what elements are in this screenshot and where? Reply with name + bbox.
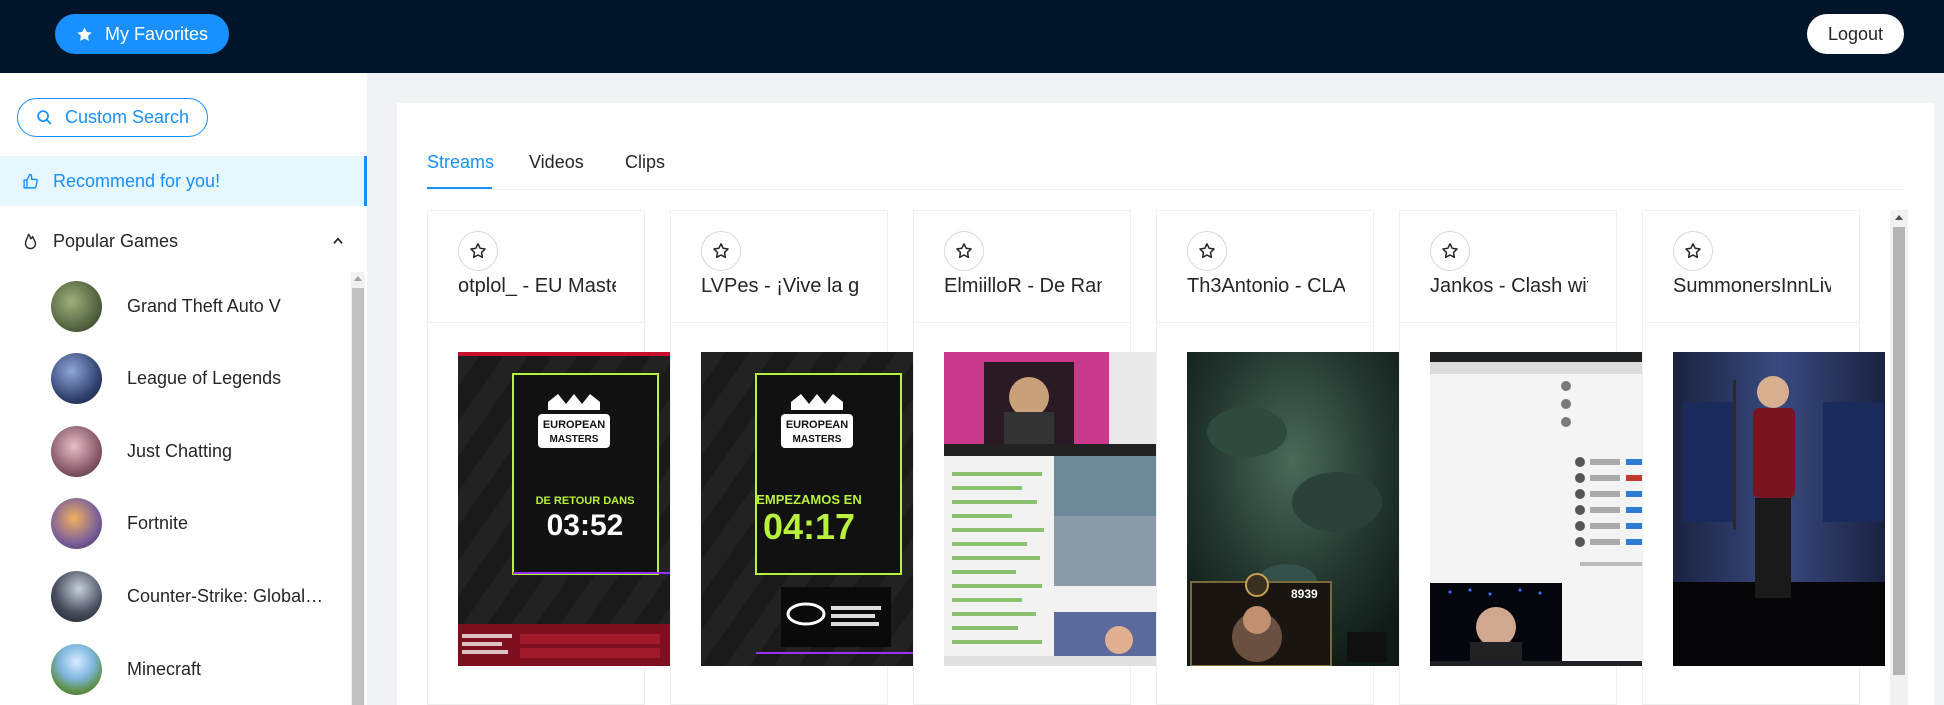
tab-clips[interactable]: Clips <box>625 152 665 173</box>
stream-thumbnail[interactable] <box>1673 352 1885 666</box>
thumbnail-image: EUROPEAN MASTERS EMPEZAMOS EN 04:17 <box>701 352 913 666</box>
stream-thumbnail[interactable] <box>944 352 1156 666</box>
game-label: Counter-Strike: Global Offensive <box>127 585 327 606</box>
game-avatar-counter-strike <box>51 570 102 622</box>
game-label: Fortnite <box>127 512 189 533</box>
stream-card[interactable]: LVPes - ¡Vive la gran final EUROPEAN MAS… <box>670 210 913 705</box>
thumbnail-image <box>944 352 1156 666</box>
svg-text:MASTERS: MASTERS <box>793 434 842 445</box>
tab-active-indicator <box>427 187 492 189</box>
thumbnail-image: EUROPEAN MASTERS DE RETOUR DANS 03:52 <box>458 352 670 666</box>
favorite-toggle-button[interactable] <box>701 231 741 271</box>
main-content: Streams Videos Clips otplol_ - EU Master… <box>397 103 1934 705</box>
svg-text:EUROPEAN: EUROPEAN <box>786 419 848 431</box>
chevron-up-icon[interactable] <box>331 234 345 248</box>
menu-item-recommend[interactable]: Recommend for you! <box>0 156 367 206</box>
content-scrollbar[interactable] <box>1890 210 1908 705</box>
my-favorites-label: My Favorites <box>105 23 209 44</box>
game-label: Just Chatting <box>127 440 233 461</box>
game-avatar-gta-v <box>51 280 102 332</box>
svg-text:MASTERS: MASTERS <box>550 434 599 445</box>
card-header: ElmiilloR - De Rango <box>914 211 1130 323</box>
thumb-caption: EMPEZAMOS EN <box>756 492 861 507</box>
tab-bar: Streams Videos Clips <box>427 103 1904 190</box>
favorite-toggle-button[interactable] <box>1430 231 1470 271</box>
flame-icon <box>24 233 37 249</box>
thumb-caption: DE RETOUR DANS <box>536 495 635 507</box>
thumb-timer: 03:52 <box>547 509 624 542</box>
game-item-just-chatting[interactable]: Just Chatting <box>0 415 352 487</box>
tab-videos[interactable]: Videos <box>529 152 584 173</box>
game-item-fortnite[interactable]: Fortnite <box>0 487 352 559</box>
game-avatar-league-of-legends <box>51 352 102 404</box>
stream-thumbnail[interactable]: EUROPEAN MASTERS EMPEZAMOS EN 04:17 <box>701 352 913 666</box>
top-header: My Favorites Logout <box>0 0 1944 73</box>
scroll-up-arrow-icon[interactable] <box>1895 215 1903 220</box>
sidebar-scrollbar[interactable] <box>351 272 365 705</box>
stream-thumbnail[interactable]: EUROPEAN MASTERS DE RETOUR DANS 03:52 <box>458 352 670 666</box>
stream-title[interactable]: Jankos - Clash with <box>1430 275 1588 298</box>
scrollbar-thumb[interactable] <box>1893 227 1905 675</box>
card-header: Jankos - Clash with <box>1400 211 1616 323</box>
game-avatar-fortnite <box>51 497 102 549</box>
favorite-toggle-button[interactable] <box>458 231 498 271</box>
submenu-popular-games[interactable]: Popular Games <box>0 216 367 266</box>
favorite-toggle-button[interactable] <box>944 231 984 271</box>
popular-games-list: Grand Theft Auto V League of Legends Jus… <box>0 270 352 705</box>
stream-thumbnail[interactable]: 8939 <box>1187 352 1399 666</box>
submenu-popular-games-label: Popular Games <box>53 230 179 251</box>
favorite-toggle-button[interactable] <box>1187 231 1227 271</box>
svg-text:8939: 8939 <box>1291 587 1318 601</box>
stream-title[interactable]: LVPes - ¡Vive la gran final <box>701 275 859 298</box>
stream-cards: otplol_ - EU Masters EUROPEAN MASTERS DE… <box>427 210 1887 705</box>
stream-title[interactable]: SummonersInnLive <box>1673 275 1831 298</box>
search-icon <box>37 110 52 125</box>
card-header: SummonersInnLive <box>1643 211 1859 323</box>
custom-search-button[interactable]: Custom Search <box>17 98 208 137</box>
thumbnail-image <box>1430 352 1642 666</box>
game-item-league-of-legends[interactable]: League of Legends <box>0 342 352 414</box>
scroll-up-arrow-icon[interactable] <box>354 276 362 281</box>
stream-title[interactable]: Th3Antonio - CLASH <box>1187 275 1345 298</box>
stream-card[interactable]: SummonersInnLive <box>1642 210 1885 705</box>
game-avatar-minecraft <box>51 643 102 695</box>
game-item-counter-strike[interactable]: Counter-Strike: Global Offensive <box>0 560 352 632</box>
sidebar: Custom Search Recommend for you! Popular… <box>0 73 367 705</box>
svg-text:EUROPEAN: EUROPEAN <box>543 419 605 431</box>
thumb-timer: 04:17 <box>763 506 855 547</box>
favorite-toggle-button[interactable] <box>1673 231 1713 271</box>
star-outline-icon <box>470 243 486 259</box>
card-header: otplol_ - EU Masters <box>428 211 644 323</box>
stream-card[interactable]: otplol_ - EU Masters EUROPEAN MASTERS DE… <box>427 210 670 705</box>
game-label: Grand Theft Auto V <box>127 295 281 316</box>
star-filled-icon <box>77 26 92 41</box>
thumbs-up-icon <box>23 173 38 189</box>
stream-title[interactable]: ElmiilloR - De Rango <box>944 275 1102 298</box>
star-outline-icon <box>1442 243 1458 259</box>
stream-title[interactable]: otplol_ - EU Masters <box>458 275 616 298</box>
my-favorites-button[interactable]: My Favorites <box>55 14 230 54</box>
star-outline-icon <box>956 243 972 259</box>
stream-card[interactable]: ElmiilloR - De Rango <box>913 210 1156 705</box>
card-header: Th3Antonio - CLASH <box>1157 211 1373 323</box>
menu-item-recommend-label: Recommend for you! <box>53 170 221 191</box>
logout-button[interactable]: Logout <box>1807 14 1904 54</box>
thumbnail-image: 8939 <box>1187 352 1399 666</box>
card-header: LVPes - ¡Vive la gran final <box>671 211 887 323</box>
star-outline-icon <box>1199 243 1215 259</box>
stream-thumbnail[interactable] <box>1430 352 1642 666</box>
game-item-minecraft[interactable]: Minecraft <box>0 633 352 705</box>
custom-search-label: Custom Search <box>64 107 190 127</box>
star-outline-icon <box>713 243 729 259</box>
thumbnail-image <box>1673 352 1885 666</box>
star-outline-icon <box>1685 243 1701 259</box>
game-item-gta-v[interactable]: Grand Theft Auto V <box>0 270 352 342</box>
game-label: Minecraft <box>127 658 202 679</box>
scrollbar-thumb[interactable] <box>352 288 364 705</box>
tab-streams[interactable]: Streams <box>427 152 494 173</box>
game-avatar-just-chatting <box>51 425 102 477</box>
stream-card[interactable]: Jankos - Clash with <box>1399 210 1642 705</box>
game-label: League of Legends <box>127 367 282 388</box>
stream-card[interactable]: Th3Antonio - CLASH 8939 <box>1156 210 1399 705</box>
